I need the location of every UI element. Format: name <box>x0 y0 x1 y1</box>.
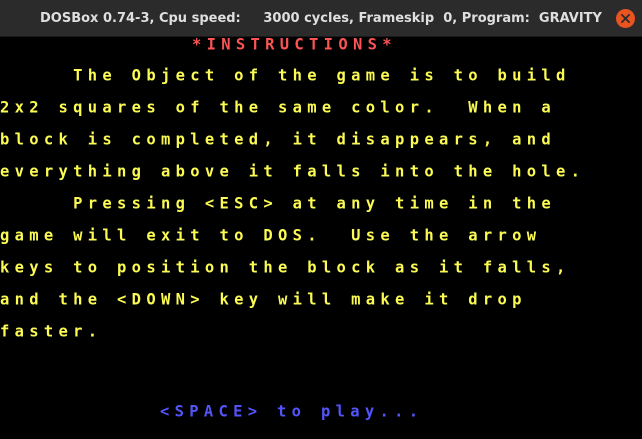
instruction-line: game will exit to DOS. Use the arrow <box>0 226 542 245</box>
instruction-line: 2x2 squares of the same color. When a <box>0 98 557 117</box>
instruction-line: and the <DOWN> key will make it drop <box>0 290 527 309</box>
instruction-line: The Object of the game is to build <box>0 66 571 85</box>
instruction-line: faster. <box>0 322 103 341</box>
instruction-line: Pressing <ESC> at any time in the <box>0 194 557 213</box>
instruction-line: block is completed, it disappears, and <box>0 130 557 149</box>
window-titlebar[interactable]: DOSBox 0.74-3, Cpu speed: 3000 cycles, F… <box>0 0 642 37</box>
instruction-line: keys to position the block as it falls, <box>0 258 571 277</box>
play-prompt: <SPACE> to play... <box>160 402 424 421</box>
dos-screen[interactable]: *INSTRUCTIONS* The Object of the game is… <box>0 37 642 439</box>
close-icon <box>621 14 630 23</box>
window-title: DOSBox 0.74-3, Cpu speed: 3000 cycles, F… <box>40 11 602 26</box>
instruction-line: everything above it falls into the hole. <box>0 162 586 181</box>
close-button[interactable] <box>616 9 635 28</box>
instructions-heading: *INSTRUCTIONS* <box>192 37 397 54</box>
